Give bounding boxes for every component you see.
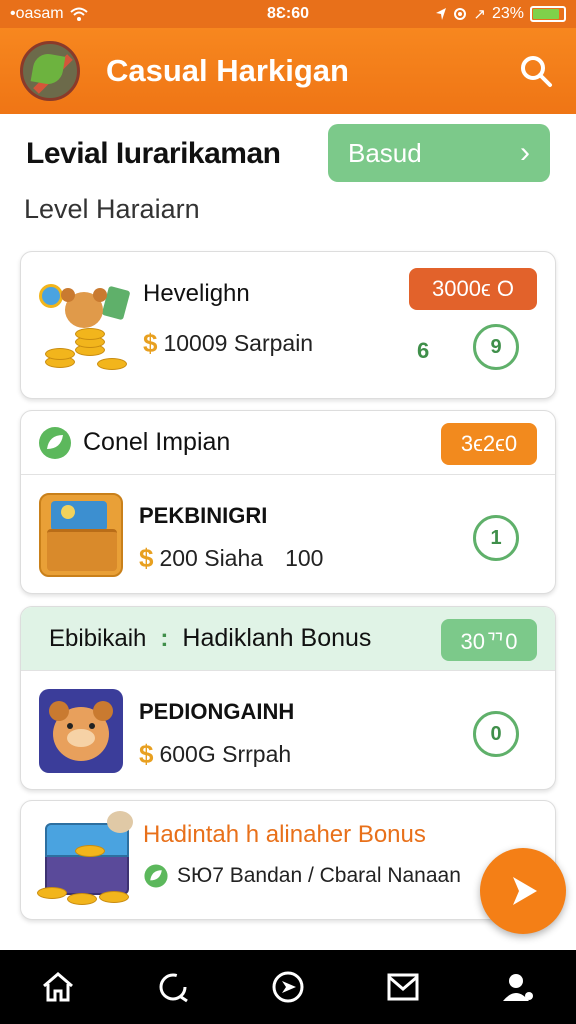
app-bar: Casual Harkigan [0,28,576,114]
nav-profile[interactable] [488,957,548,1017]
bonus-card-subtitle: SЮ7 Bandan / Cbaral Nanaan [177,864,461,887]
reward-card-2[interactable]: Conel Impian 3ϵ2ϵ0 PEKBINIGRI $ 200 Siah… [20,410,556,594]
bottom-nav [0,950,576,1024]
card-3-header-right: Hadiklanh Bonus [182,624,372,652]
nav-play[interactable] [258,957,318,1017]
reward-card-3[interactable]: Ebibikaih : Hadiklanh Bonus 30ᄁ0 PEDIONG… [20,606,556,790]
card-3-header-badge-label: 30ᄁ0 [460,629,518,654]
home-icon [42,972,73,1002]
card-2-amount-row: $ 200 Siaha 100 [139,543,323,574]
dollar-icon: $ [139,543,154,573]
level-row: Levial Iurarikaman Basud › [26,124,552,184]
bonus-card-title: Hadintah h alinaher Bonus [143,821,426,848]
dollar-icon: $ [139,739,154,769]
card-1-name: Hevelighn [143,280,250,307]
bonus-card[interactable]: Hadintah h alinaher Bonus SЮ7 Bandan / C… [20,800,556,920]
card-1-action-button[interactable]: 9 [473,324,519,370]
card-3-action-button[interactable]: 0 [473,711,519,757]
wallet-icon [39,493,123,577]
card-3-name: PEDIONGAINH [139,699,295,724]
bonus-card-subtitle-row: SЮ7 Bandan / Cbaral Nanaan [143,863,461,889]
card-1-amount: 10009 Sarpain [163,330,314,356]
battery-icon [530,6,566,22]
level-subtitle: Level Haraiarn [24,194,200,224]
carrier-label: •oasam [10,5,64,22]
status-left: •oasam [10,5,88,23]
card-2-amount: 200 Siaha [159,545,264,571]
card-2-header-badge[interactable]: 3ϵ2ϵ0 [441,423,537,465]
reward-card-1[interactable]: Hevelighn 3000ϵ O $ 10009 Sarpain 6 9 [20,251,556,399]
basud-button[interactable]: Basud › [328,124,550,182]
card-3-amount: 600G Srrpah [159,741,292,767]
chevron-right-icon: › [520,136,530,169]
card-3-header-sep: : [160,624,169,652]
profile-icon [503,974,534,1001]
card-3-amount-row: $ 600G Srrpah [139,739,291,770]
card-1-action-label: 9 [490,335,502,358]
card-3-header-badge[interactable]: 30ᄁ0 [441,619,537,661]
battery-percent: 23% [491,5,524,22]
play-circle-icon [272,971,304,1003]
treasure-chest-icon [37,811,141,907]
search-icon [521,56,552,87]
wifi-icon [69,7,88,21]
refresh-icon [159,973,188,1003]
leaf-icon [39,426,71,459]
card-3-header-left: Ebibikaih [49,624,147,652]
alarm-icon [454,8,467,20]
play-fab-button[interactable] [480,848,566,934]
level-title: Levial Iurarikaman [26,137,281,170]
card-1-amount-row: $ 10009 Sarpain [143,328,313,359]
nav-home[interactable] [28,957,88,1017]
card-1-count: 6 [417,338,430,363]
basud-button-label: Basud [348,137,422,168]
card-3-action-label: 0 [490,722,502,745]
leaf-icon [144,864,168,888]
mail-icon [387,973,419,1001]
card-2-name: PEKBINIGRI [139,503,268,528]
search-button[interactable] [516,51,556,91]
battery-fill [533,9,559,19]
card-2-header-badge-label: 3ϵ2ϵ0 [460,431,518,456]
card-2-action-label: 1 [490,526,502,549]
card-2-amount-extra: 100 [285,545,324,571]
status-right: ↗ 23% [435,5,566,23]
dollar-icon: $ [143,328,158,358]
card-2-header-title: Conel Impian [83,428,231,456]
main-content: Levial Iurarikaman Basud › Level Haraiar… [0,114,576,950]
nav-refresh[interactable] [143,957,203,1017]
card-1-badge-label: 3000ϵ O [432,276,514,301]
app-title: Casual Harkigan [106,53,349,88]
app-logo [20,41,80,101]
location-icon [436,8,447,20]
signal-icon: ↗ [473,6,486,23]
card-2-action-button[interactable]: 1 [473,515,519,561]
bear-coins-icon [39,278,131,374]
nav-mail[interactable] [373,957,433,1017]
bear-icon [39,689,123,773]
play-arrow-icon [513,877,537,905]
status-bar: •oasam 8Ɛ:60 ↗ 23% [0,0,576,28]
card-1-badge[interactable]: 3000ϵ O [409,268,537,310]
